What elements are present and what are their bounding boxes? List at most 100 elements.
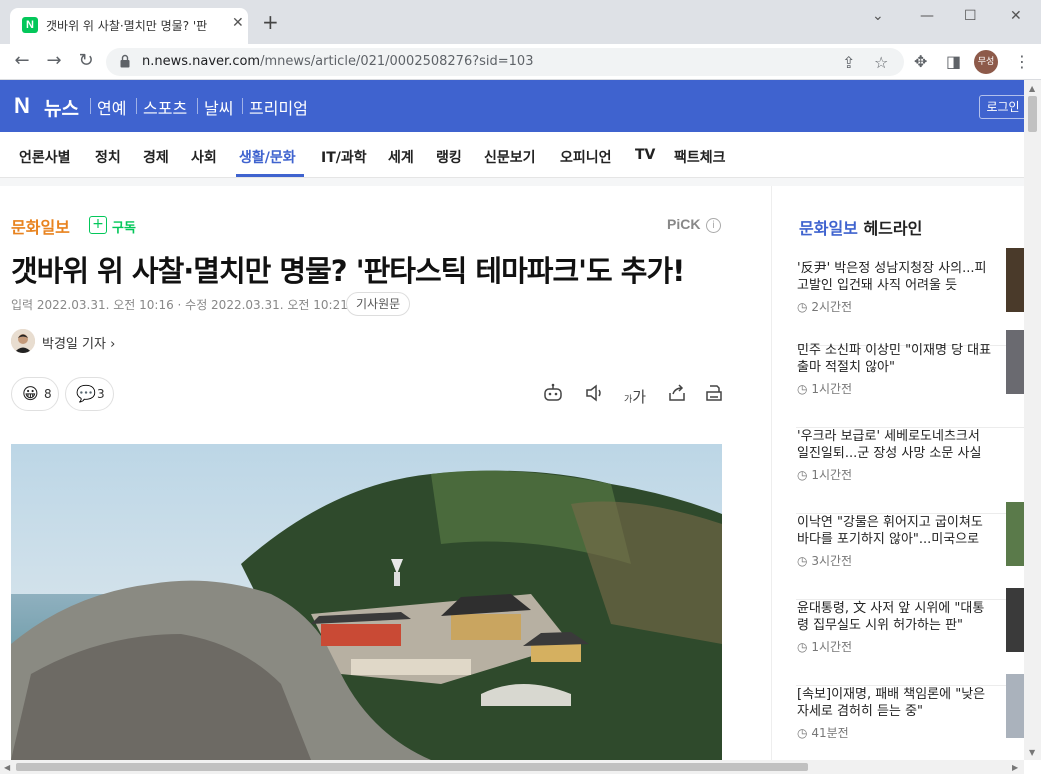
headline-thumbnail[interactable] [1006,502,1024,566]
minimize-button[interactable]: — [920,8,934,24]
browser-toolbar: ← → ↻ n.news.naver.com/mnews/article/021… [0,44,1041,80]
share-article-icon[interactable] [667,383,687,408]
horizontal-scroll-thumb[interactable] [16,763,808,771]
scroll-left-arrow-icon[interactable]: ◀ [4,763,10,772]
headline-thumbnail[interactable] [1006,588,1024,652]
new-tab-button[interactable]: + [262,12,279,32]
original-article-button[interactable]: 기사원문 [346,292,411,316]
forward-button[interactable]: → [42,50,66,74]
category-tab-factcheck[interactable]: 팩트체크 [674,147,726,167]
tab-title: 갯바위 위 사찰·멸치만 명물? '판 [46,19,208,33]
category-tab-opinion[interactable]: 오피니언 [560,147,612,167]
headline-title[interactable]: '反尹' 박은정 성남지청장 사의...피고발인 입건돼 사직 어려울 듯 [797,260,993,294]
comment-button[interactable]: 💬 3 [65,377,114,411]
lock-icon [120,54,130,68]
category-tab-press[interactable]: 언론사별 [19,147,71,167]
category-tab-newspaper[interactable]: 신문보기 [484,147,536,167]
naver-logo[interactable]: N [14,93,30,119]
headline-item[interactable]: 윤대통령, 文 사저 앞 시위에 "대통령 집무실도 시위 허가하는 판" ◷ … [796,588,1024,686]
naver-header: N 뉴스 연예 스포츠 날씨 프리미엄 로그인 [0,80,1027,132]
close-window-button[interactable]: ✕ [1010,8,1022,24]
header-nav-weather[interactable]: 날씨 [204,95,233,119]
headline-thumbnail[interactable] [1006,674,1024,738]
login-button[interactable]: 로그인 [979,95,1027,119]
headline-thumbnail[interactable] [1006,330,1024,394]
clock-icon: ◷ [797,554,808,568]
sidebar-title: 문화일보 헤드라인 [799,215,922,239]
category-tab-economy[interactable]: 경제 [143,147,169,167]
browser-tab[interactable]: N 갯바위 위 사찰·멸치만 명물? '판 ✕ [10,8,248,44]
header-divider [90,98,91,114]
share-icon[interactable]: ⇪ [842,53,855,72]
reload-button[interactable]: ↻ [74,50,98,74]
vertical-scroll-thumb[interactable] [1028,96,1037,132]
clock-icon: ◷ [797,300,808,314]
url-host: n.news.naver.com [142,54,261,69]
maximize-button[interactable]: ☐ [964,8,977,24]
headline-title[interactable]: 윤대통령, 文 사저 앞 시위에 "대통령 집무실도 시위 허가하는 판" [797,600,993,634]
headline-time-text: 1시간전 [811,640,853,654]
article-photo[interactable] [11,444,722,760]
close-tab-icon[interactable]: ✕ [232,15,244,31]
scroll-down-arrow-icon[interactable]: ▼ [1029,748,1035,757]
address-bar[interactable]: n.news.naver.com/mnews/article/021/00025… [106,48,904,76]
sidebar-press-name[interactable]: 문화일보 [799,219,858,238]
category-tab-it-science[interactable]: IT/과학 [321,147,367,167]
headline-item[interactable]: '우크라 보급로' 세베로도네츠크서 일진일퇴...군 장성 사망 소문 사실로… [796,428,1024,514]
headline-time-text: 1시간전 [811,382,853,396]
category-tab-world[interactable]: 세계 [388,147,414,167]
active-tab-indicator [236,174,304,177]
scroll-right-arrow-icon[interactable]: ▶ [1012,763,1018,772]
clock-icon: ◷ [797,382,808,396]
reporter-link[interactable]: 박경일 기자 › [42,333,115,352]
article-dateline: 입력 2022.03.31. 오전 10:16 · 수정 2022.03.31.… [11,298,348,312]
header-nav-premium[interactable]: 프리미엄 [249,95,308,119]
side-panel-icon[interactable]: ◨ [946,52,961,71]
headline-title[interactable]: 민주 소신파 이상민 "이재명 당 대표 출마 적절치 않아" [797,342,993,376]
info-icon[interactable]: i [706,218,721,233]
headline-title[interactable]: '우크라 보급로' 세베로도네츠크서 일진일퇴...군 장성 사망 소문 사실로 [797,428,993,462]
section-separator [0,178,1024,186]
reaction-count: 8 [44,387,52,401]
font-size-button[interactable]: 가가 [624,386,646,407]
profile-avatar[interactable]: 무성 [974,50,998,74]
headline-thumbnail[interactable] [1006,248,1024,312]
headline-item[interactable]: 이낙연 "강물은 휘어지고 굽이쳐도 바다를 포기하지 않아"...미국으로 .… [796,502,1024,600]
speaker-icon-svg [586,384,601,402]
category-tab-tv[interactable]: TV [635,147,655,163]
header-nav-sports[interactable]: 스포츠 [143,95,187,119]
vertical-scrollbar[interactable] [1024,80,1041,760]
category-nav: 언론사별 정치 경제 사회 생활/문화 IT/과학 세계 랭킹 신문보기 오피니… [0,132,1024,178]
reaction-button[interactable]: 😀 8 [11,377,59,411]
extensions-icon[interactable]: ✥ [914,52,927,71]
bookmark-star-icon[interactable]: ☆ [874,53,888,72]
tab-search-icon[interactable]: ⌄ [872,8,884,24]
reporter-avatar[interactable] [11,329,35,353]
print-icon[interactable] [704,383,724,408]
press-logo[interactable]: 문화일보 [11,214,70,238]
robot-summary-icon[interactable] [542,383,564,408]
headline-title[interactable]: 이낙연 "강물은 휘어지고 굽이쳐도 바다를 포기하지 않아"...미국으로 .… [797,514,993,548]
header-divider [197,98,198,114]
url-text: n.news.naver.com/mnews/article/021/00025… [142,54,533,69]
naver-favicon-icon: N [22,17,38,33]
headline-item[interactable]: '反尹' 박은정 성남지청장 사의...피고발인 입건돼 사직 어려울 듯 ◷ … [796,248,1024,346]
category-tab-politics[interactable]: 정치 [95,147,121,167]
sidebar-title-suffix: 헤드라인 [857,219,923,238]
headline-time-text: 3시간전 [811,554,853,568]
menu-icon[interactable]: ⋮ [1014,52,1030,71]
category-tab-life-culture[interactable]: 생활/문화 [239,147,296,167]
category-tab-ranking[interactable]: 랭킹 [436,147,462,167]
back-button[interactable]: ← [10,50,34,74]
speaker-icon[interactable] [584,383,604,408]
news-logo-text[interactable]: 뉴스 [44,94,79,121]
scroll-up-arrow-icon[interactable]: ▲ [1029,84,1035,93]
header-divider [136,98,137,114]
headline-time: ◷ 1시간전 [797,638,852,655]
headline-title[interactable]: [속보]이재명, 패배 책임론에 "낮은 자세로 겸허히 듣는 중" [797,686,993,720]
headline-time: ◷ 41분전 [797,724,849,741]
category-tab-society[interactable]: 사회 [191,147,217,167]
font-size-ga: 가 [632,388,647,406]
headline-item[interactable]: 민주 소신파 이상민 "이재명 당 대표 출마 적절치 않아" ◷ 1시간전 [796,330,1024,428]
header-nav-entertainment[interactable]: 연예 [97,95,126,119]
